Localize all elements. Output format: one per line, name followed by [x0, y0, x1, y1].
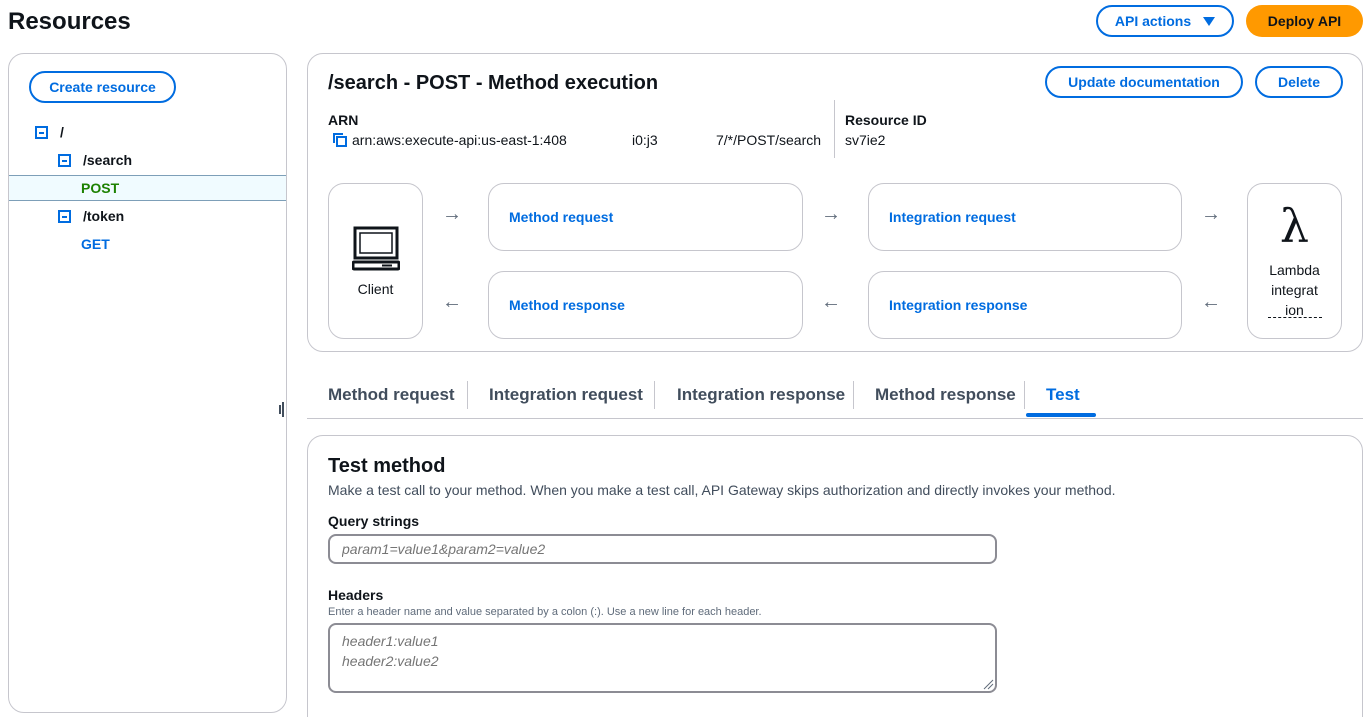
resource-id-label: Resource ID — [845, 112, 927, 128]
method-response-link[interactable]: Method response — [489, 297, 625, 313]
create-resource-button[interactable]: Create resource — [29, 71, 176, 103]
deploy-api-label: Deploy API — [1267, 13, 1342, 29]
copy-icon[interactable] — [333, 133, 347, 147]
arrow-right-icon: → — [821, 203, 841, 225]
lambda-label-underline — [1268, 317, 1322, 318]
resize-grip-icon[interactable] — [982, 678, 994, 690]
client-label: Client — [357, 281, 394, 297]
test-method-panel: Test method Make a test call to your met… — [307, 435, 1363, 717]
tab-method-response[interactable]: Method response — [875, 375, 1016, 415]
tree-item-search-post[interactable]: POST — [9, 175, 286, 201]
collapse-icon[interactable] — [58, 153, 71, 167]
test-method-description: Make a test call to your method. When yo… — [328, 482, 1116, 498]
test-method-title: Test method — [328, 455, 446, 477]
arrow-right-icon: → — [1201, 203, 1221, 225]
delete-label: Delete — [1277, 74, 1321, 90]
panel-resize-handle[interactable] — [279, 402, 284, 417]
lambda-label-line2: integrat — [1271, 282, 1318, 298]
tree-item-root[interactable]: / — [9, 119, 286, 145]
integration-request-box[interactable]: Integration request — [868, 183, 1182, 251]
tree-item-label: GET — [81, 236, 110, 252]
method-request-box[interactable]: Method request — [488, 183, 803, 251]
arrow-left-icon: ← — [1201, 291, 1221, 313]
arn-value-part2: i0:j3 — [632, 132, 658, 148]
divider — [834, 100, 835, 158]
resource-id-value: sv7ie2 — [845, 132, 886, 148]
tree-item-label: /token — [83, 208, 125, 224]
tab-integration-response[interactable]: Integration response — [677, 375, 845, 415]
arrow-left-icon: ← — [821, 291, 841, 313]
collapse-icon[interactable] — [58, 209, 71, 223]
arrow-left-icon: ← — [442, 291, 462, 313]
headers-label: Headers — [328, 587, 384, 603]
method-request-link[interactable]: Method request — [489, 209, 613, 225]
integration-response-link[interactable]: Integration response — [869, 297, 1027, 313]
tree-item-token-get[interactable]: GET — [9, 231, 286, 257]
caret-down-icon — [1203, 16, 1216, 26]
active-tab-indicator — [1026, 413, 1096, 417]
delete-button[interactable]: Delete — [1255, 66, 1343, 98]
tab-separator — [467, 381, 468, 409]
page-title: Resources — [8, 8, 131, 35]
arn-label: ARN — [328, 112, 359, 128]
arn-value-part3: 7/*/POST/search — [716, 132, 822, 148]
headers-textarea[interactable] — [328, 623, 997, 693]
tree-item-label: POST — [81, 180, 120, 196]
update-documentation-button[interactable]: Update documentation — [1045, 66, 1243, 98]
client-box: Client — [328, 183, 423, 339]
deploy-api-button[interactable]: Deploy API — [1246, 5, 1363, 37]
tree-item-search[interactable]: /search — [9, 147, 286, 173]
tab-separator — [1024, 381, 1025, 409]
method-execution-title: /search - POST - Method execution — [328, 72, 659, 94]
integration-request-link[interactable]: Integration request — [869, 209, 1016, 225]
arrow-right-icon: → — [442, 203, 462, 225]
integration-response-box[interactable]: Integration response — [868, 271, 1182, 339]
lambda-icon: λ — [1279, 199, 1310, 253]
query-strings-label: Query strings — [328, 513, 420, 529]
tab-test[interactable]: Test — [1046, 375, 1080, 415]
tab-separator — [654, 381, 655, 409]
query-strings-input[interactable] — [328, 534, 997, 564]
tab-method-request[interactable]: Method request — [328, 375, 455, 415]
collapse-icon[interactable] — [35, 125, 48, 139]
tree-item-label: /search — [83, 152, 133, 168]
create-resource-label: Create resource — [49, 79, 156, 95]
tab-integration-request[interactable]: Integration request — [489, 375, 643, 415]
tree-item-label: / — [60, 124, 64, 140]
api-actions-label: API actions — [1114, 13, 1192, 29]
client-monitor-icon — [352, 226, 400, 271]
api-actions-button[interactable]: API actions — [1096, 5, 1234, 37]
lambda-label-line1: Lambda — [1269, 262, 1320, 278]
method-response-box[interactable]: Method response — [488, 271, 803, 339]
update-documentation-label: Update documentation — [1068, 74, 1220, 90]
tab-separator — [853, 381, 854, 409]
resource-tree-panel: Create resource / /search POST /token GE… — [8, 53, 287, 713]
method-execution-panel: /search - POST - Method execution Update… — [307, 53, 1363, 352]
lambda-integration-box[interactable]: λ Lambda integrat ion — [1247, 183, 1342, 339]
tree-item-token[interactable]: /token — [9, 203, 286, 229]
arn-value-part1: arn:aws:execute-api:us-east-1:408 — [352, 132, 567, 148]
headers-hint: Enter a header name and value separated … — [328, 606, 762, 618]
